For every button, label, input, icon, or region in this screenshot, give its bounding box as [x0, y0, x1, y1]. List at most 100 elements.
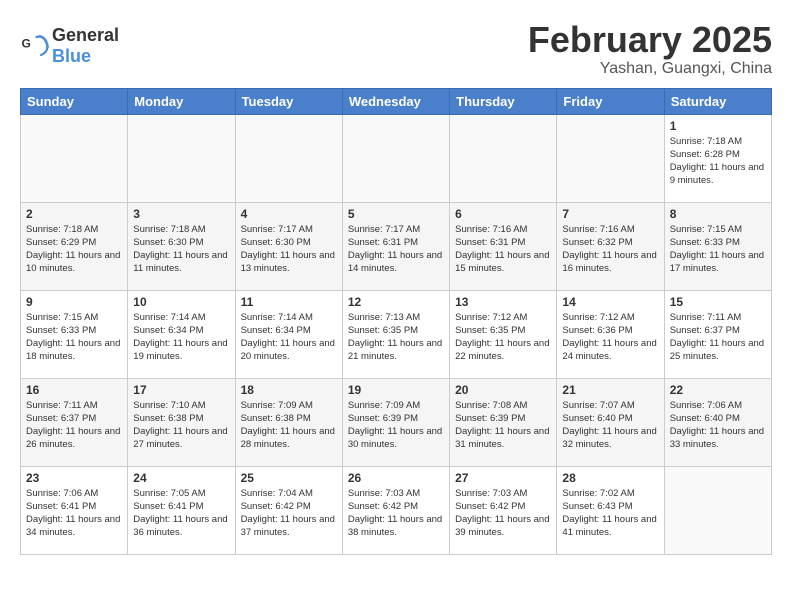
day-cell: 13Sunrise: 7:12 AMSunset: 6:35 PMDayligh…: [450, 290, 557, 378]
page-header: G General Blue February 2025 Yashan, Gua…: [20, 20, 772, 78]
day-info: Sunrise: 7:05 AMSunset: 6:41 PMDaylight:…: [133, 487, 229, 540]
day-info: Sunrise: 7:08 AMSunset: 6:39 PMDaylight:…: [455, 399, 551, 452]
day-info: Sunrise: 7:16 AMSunset: 6:32 PMDaylight:…: [562, 223, 658, 276]
day-info: Sunrise: 7:11 AMSunset: 6:37 PMDaylight:…: [26, 399, 122, 452]
weekday-header-friday: Friday: [557, 88, 664, 114]
day-cell: [450, 114, 557, 202]
week-row-2: 2 Sunrise: 7:18 AMSunset: 6:29 PMDaylight…: [21, 202, 772, 290]
week-row-4: 16 Sunrise: 7:11 AMSunset: 6:37 PMDayligh…: [21, 378, 772, 466]
day-number: 12: [348, 295, 444, 309]
calendar-title: February 2025: [528, 20, 772, 60]
day-info: Sunrise: 7:09 AMSunset: 6:38 PMDaylight:…: [241, 399, 337, 452]
day-number: 9: [26, 295, 122, 309]
logo-icon: G: [20, 31, 50, 61]
weekday-header-tuesday: Tuesday: [235, 88, 342, 114]
week-row-3: 9Sunrise: 7:15 AMSunset: 6:33 PMDaylight…: [21, 290, 772, 378]
day-number: 2: [26, 207, 122, 221]
svg-text:G: G: [22, 37, 31, 51]
day-number: 20: [455, 383, 551, 397]
week-row-5: 23 Sunrise: 7:06 AMSunset: 6:41 PMDayligh…: [21, 466, 772, 554]
day-cell: 24 Sunrise: 7:05 AMSunset: 6:41 PMDayligh…: [128, 466, 235, 554]
day-cell: 22 Sunrise: 7:06 AMSunset: 6:40 PMDayligh…: [664, 378, 771, 466]
day-cell: 17Sunrise: 7:10 AMSunset: 6:38 PMDayligh…: [128, 378, 235, 466]
day-cell: 4 Sunrise: 7:17 AMSunset: 6:30 PMDaylight…: [235, 202, 342, 290]
day-cell: 1 Sunrise: 7:18 AMSunset: 6:28 PMDaylight…: [664, 114, 771, 202]
day-cell: 12 Sunrise: 7:13 AMSunset: 6:35 PMDayligh…: [342, 290, 449, 378]
day-cell: 18 Sunrise: 7:09 AMSunset: 6:38 PMDayligh…: [235, 378, 342, 466]
day-info: Sunrise: 7:11 AMSunset: 6:37 PMDaylight:…: [670, 311, 766, 364]
day-info: Sunrise: 7:18 AMSunset: 6:30 PMDaylight:…: [133, 223, 229, 276]
day-cell: 11 Sunrise: 7:14 AMSunset: 6:34 PMDayligh…: [235, 290, 342, 378]
day-number: 1: [670, 119, 766, 133]
day-number: 6: [455, 207, 551, 221]
weekday-header-saturday: Saturday: [664, 88, 771, 114]
day-number: 26: [348, 471, 444, 485]
day-info: Sunrise: 7:18 AMSunset: 6:28 PMDaylight:…: [670, 135, 766, 188]
day-number: 3: [133, 207, 229, 221]
weekday-header-sunday: Sunday: [21, 88, 128, 114]
day-cell: 16 Sunrise: 7:11 AMSunset: 6:37 PMDayligh…: [21, 378, 128, 466]
day-number: 16: [26, 383, 122, 397]
day-number: 15: [670, 295, 766, 309]
day-number: 10: [133, 295, 229, 309]
day-cell: 28Sunrise: 7:02 AMSunset: 6:43 PMDayligh…: [557, 466, 664, 554]
day-info: Sunrise: 7:17 AMSunset: 6:30 PMDaylight:…: [241, 223, 337, 276]
title-section: February 2025 Yashan, Guangxi, China: [528, 20, 772, 78]
day-cell: 5Sunrise: 7:17 AMSunset: 6:31 PMDaylight…: [342, 202, 449, 290]
day-number: 7: [562, 207, 658, 221]
logo-blue: Blue: [52, 46, 91, 66]
weekday-header-monday: Monday: [128, 88, 235, 114]
day-cell: 23 Sunrise: 7:06 AMSunset: 6:41 PMDayligh…: [21, 466, 128, 554]
day-number: 8: [670, 207, 766, 221]
calendar-subtitle: Yashan, Guangxi, China: [528, 60, 772, 78]
day-number: 21: [562, 383, 658, 397]
day-info: Sunrise: 7:06 AMSunset: 6:40 PMDaylight:…: [670, 399, 766, 452]
day-info: Sunrise: 7:15 AMSunset: 6:33 PMDaylight:…: [670, 223, 766, 276]
day-cell: 27Sunrise: 7:03 AMSunset: 6:42 PMDayligh…: [450, 466, 557, 554]
day-cell: 2 Sunrise: 7:18 AMSunset: 6:29 PMDaylight…: [21, 202, 128, 290]
day-info: Sunrise: 7:14 AMSunset: 6:34 PMDaylight:…: [133, 311, 229, 364]
day-info: Sunrise: 7:12 AMSunset: 6:36 PMDaylight:…: [562, 311, 658, 364]
day-cell: 19 Sunrise: 7:09 AMSunset: 6:39 PMDayligh…: [342, 378, 449, 466]
day-cell: [557, 114, 664, 202]
day-number: 22: [670, 383, 766, 397]
day-info: Sunrise: 7:14 AMSunset: 6:34 PMDaylight:…: [241, 311, 337, 364]
day-cell: [342, 114, 449, 202]
day-info: Sunrise: 7:09 AMSunset: 6:39 PMDaylight:…: [348, 399, 444, 452]
weekday-header-thursday: Thursday: [450, 88, 557, 114]
week-row-1: 1 Sunrise: 7:18 AMSunset: 6:28 PMDaylight…: [21, 114, 772, 202]
weekday-header-row: SundayMondayTuesdayWednesdayThursdayFrid…: [21, 88, 772, 114]
logo: G General Blue: [20, 25, 119, 67]
day-number: 23: [26, 471, 122, 485]
day-cell: 14 Sunrise: 7:12 AMSunset: 6:36 PMDayligh…: [557, 290, 664, 378]
day-number: 24: [133, 471, 229, 485]
day-info: Sunrise: 7:18 AMSunset: 6:29 PMDaylight:…: [26, 223, 122, 276]
day-cell: [664, 466, 771, 554]
day-number: 18: [241, 383, 337, 397]
day-number: 4: [241, 207, 337, 221]
day-info: Sunrise: 7:13 AMSunset: 6:35 PMDaylight:…: [348, 311, 444, 364]
day-number: 27: [455, 471, 551, 485]
weekday-header-wednesday: Wednesday: [342, 88, 449, 114]
day-cell: 25 Sunrise: 7:04 AMSunset: 6:42 PMDayligh…: [235, 466, 342, 554]
day-cell: [128, 114, 235, 202]
day-number: 11: [241, 295, 337, 309]
day-cell: 9Sunrise: 7:15 AMSunset: 6:33 PMDaylight…: [21, 290, 128, 378]
day-cell: 10 Sunrise: 7:14 AMSunset: 6:34 PMDayligh…: [128, 290, 235, 378]
day-cell: 26Sunrise: 7:03 AMSunset: 6:42 PMDayligh…: [342, 466, 449, 554]
day-number: 14: [562, 295, 658, 309]
day-number: 13: [455, 295, 551, 309]
calendar-table: SundayMondayTuesdayWednesdayThursdayFrid…: [20, 88, 772, 555]
day-cell: 21 Sunrise: 7:07 AMSunset: 6:40 PMDayligh…: [557, 378, 664, 466]
day-cell: 7 Sunrise: 7:16 AMSunset: 6:32 PMDaylight…: [557, 202, 664, 290]
day-cell: 3 Sunrise: 7:18 AMSunset: 6:30 PMDaylight…: [128, 202, 235, 290]
day-cell: [21, 114, 128, 202]
day-info: Sunrise: 7:06 AMSunset: 6:41 PMDaylight:…: [26, 487, 122, 540]
day-cell: 15 Sunrise: 7:11 AMSunset: 6:37 PMDayligh…: [664, 290, 771, 378]
day-number: 25: [241, 471, 337, 485]
day-number: 28: [562, 471, 658, 485]
day-number: 19: [348, 383, 444, 397]
day-info: Sunrise: 7:17 AMSunset: 6:31 PMDaylight:…: [348, 223, 444, 276]
day-info: Sunrise: 7:04 AMSunset: 6:42 PMDaylight:…: [241, 487, 337, 540]
day-info: Sunrise: 7:07 AMSunset: 6:40 PMDaylight:…: [562, 399, 658, 452]
